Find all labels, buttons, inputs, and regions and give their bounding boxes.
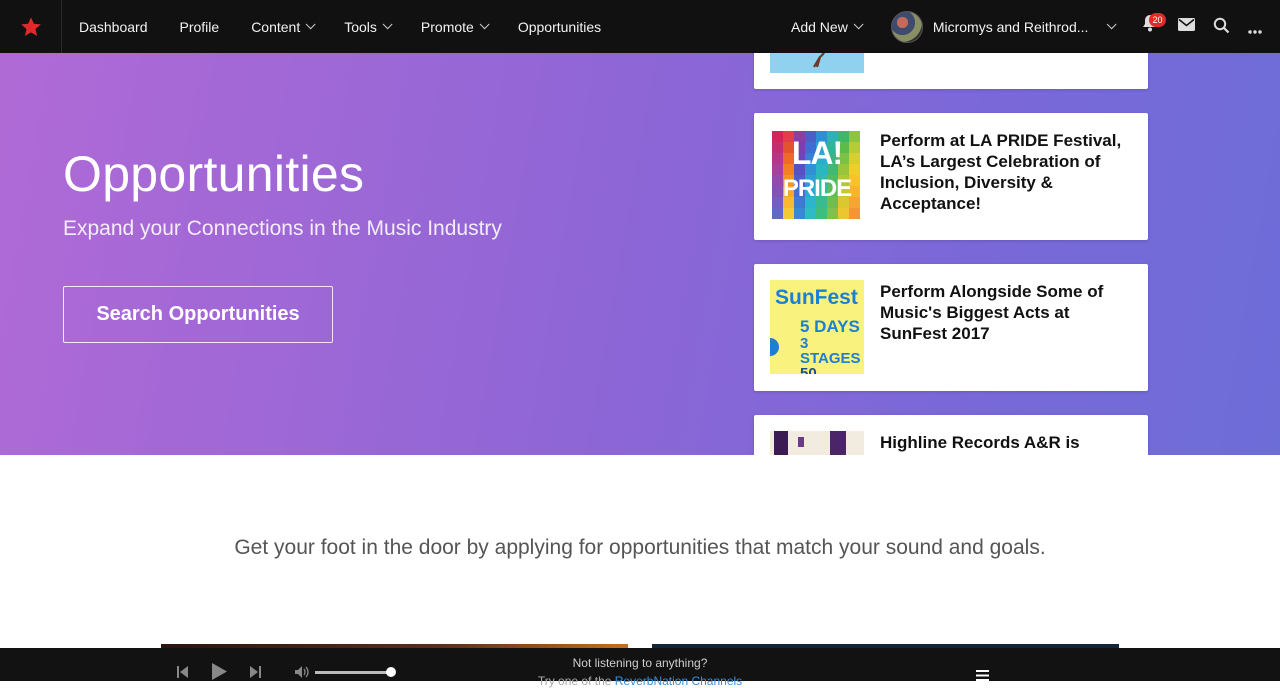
hero-subtitle: Expand your Connections in the Music Ind… [63, 217, 502, 240]
channels-link[interactable]: ReverbNation Channels [615, 674, 742, 688]
thumbnail-line-1: LA! [791, 135, 843, 171]
star-logo-icon[interactable] [0, 0, 62, 53]
page-title: Opportunities [63, 146, 365, 202]
add-new-button[interactable]: Add New [791, 18, 864, 35]
profile-name[interactable]: Micromys and Reithrod... [933, 19, 1089, 35]
nav-opportunities[interactable]: Opportunities [518, 19, 601, 35]
player-suggestion: Try one of the ReverbNation Channels [0, 674, 1280, 688]
nav-profile[interactable]: Profile [180, 19, 220, 35]
nav-promote[interactable]: Promote [420, 18, 490, 35]
queue-menu-icon[interactable] [976, 668, 989, 686]
nav-label: Profile [179, 18, 220, 35]
opportunity-title[interactable]: Highline Records A&R is [880, 432, 1130, 453]
search-icon[interactable] [1213, 17, 1230, 39]
sun-icon [770, 338, 779, 356]
opportunity-title[interactable]: Perform Alongside Some of Music's Bigges… [880, 281, 1130, 344]
nav-label: Promote [420, 18, 474, 35]
opportunity-card[interactable]: SunFest 5 DAYS 3 STAGES 50 BANDS Perform… [754, 264, 1148, 391]
thumbnail-lines: 5 DAYS 3 STAGES 50 BANDS [800, 317, 864, 375]
hero-banner: Opportunities Expand your Connections in… [0, 53, 1280, 455]
opportunity-thumbnail: LA! PRIDE [770, 129, 864, 223]
nav-dashboard[interactable]: Dashboard [79, 19, 148, 35]
thumbnail-line: 3 STAGES [800, 335, 861, 367]
opportunity-title[interactable]: Perform at LA PRIDE Festival, LA’s Large… [880, 130, 1130, 214]
main-nav: Dashboard Profile Content Tools Promote … [79, 0, 633, 53]
thumbnail-line: 5 DAYS [800, 317, 860, 336]
suggestion-prefix: Try one of the [537, 674, 612, 688]
chevron-down-icon [382, 19, 393, 30]
opportunity-thumbnail: SunFest 5 DAYS 3 STAGES 50 BANDS [770, 280, 864, 374]
opportunity-card[interactable]: LA! PRIDE Perform at LA PRIDE Festival, … [754, 113, 1148, 240]
top-navigation-bar: Dashboard Profile Content Tools Promote … [0, 0, 1280, 53]
chevron-down-icon [853, 19, 864, 30]
thumbnail-title: SunFest [775, 286, 858, 309]
nav-tools[interactable]: Tools [344, 18, 393, 35]
nav-label: Dashboard [79, 18, 148, 35]
nav-label: Opportunities [517, 18, 602, 35]
notification-count-badge[interactable]: 20 [1149, 13, 1166, 27]
music-player-bar: Not listening to anything? Try one of th… [0, 648, 1280, 688]
opportunity-thumbnail [770, 53, 864, 73]
more-icon[interactable] [1248, 21, 1262, 39]
opportunity-card[interactable]: Highline Records A&R is [754, 415, 1148, 455]
search-opportunities-button[interactable]: Search Opportunities [63, 286, 333, 343]
player-status-text: Not listening to anything? [572, 656, 708, 670]
chevron-down-icon [305, 19, 316, 30]
mail-icon[interactable] [1178, 18, 1195, 36]
opportunity-card[interactable] [754, 53, 1148, 89]
account-nav: Add New Micromys and Reithrod... [791, 0, 1117, 53]
chevron-down-icon [479, 19, 490, 30]
avatar[interactable] [890, 10, 923, 43]
thumbnail-line: 50 BANDS [800, 365, 817, 374]
add-new-label: Add New [791, 18, 848, 35]
chevron-down-icon[interactable] [1107, 19, 1117, 30]
section-tagline: Get your foot in the door by applying fo… [234, 536, 1046, 559]
thumbnail-line-2: PRIDE [782, 175, 852, 202]
nav-label: Tools [344, 18, 377, 35]
nav-content[interactable]: Content [251, 18, 316, 35]
nav-label: Content [251, 18, 301, 35]
opportunity-thumbnail [770, 431, 864, 455]
